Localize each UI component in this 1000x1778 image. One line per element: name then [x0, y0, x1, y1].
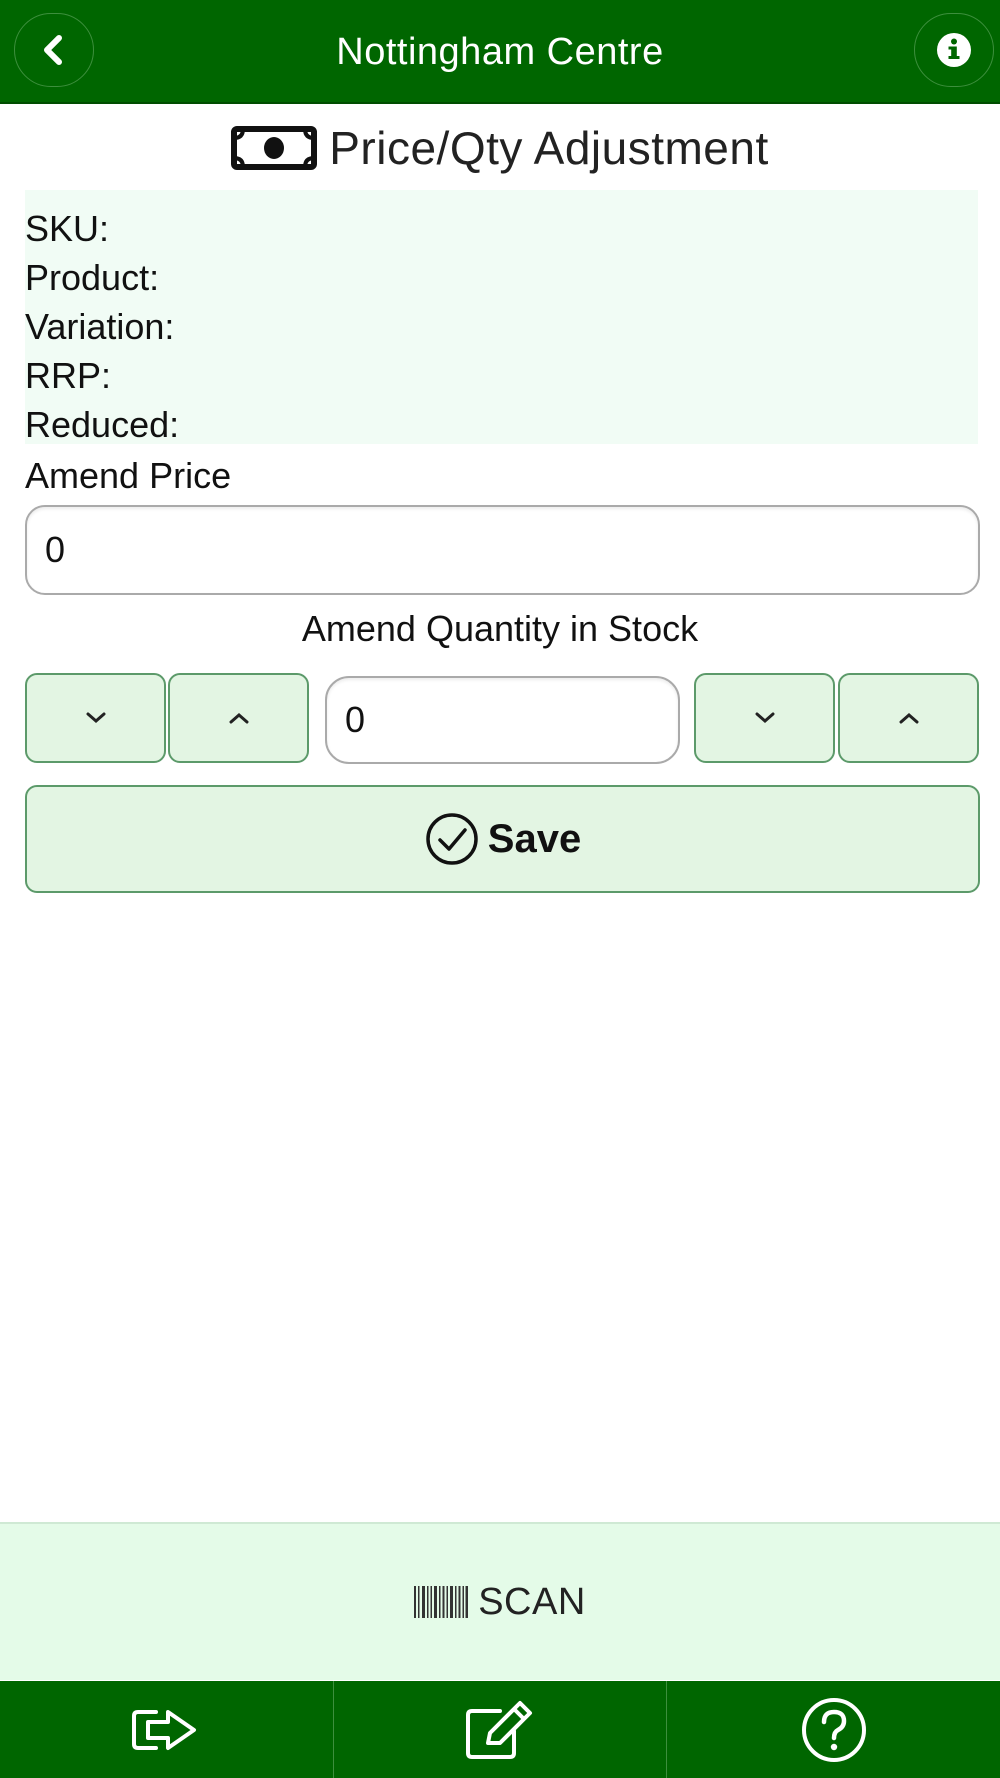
quantity-decrease-button-2[interactable] [694, 673, 835, 763]
chevron-down-icon [86, 712, 105, 723]
edit-icon [466, 1700, 532, 1759]
info-rrp-label: RRP: [25, 355, 112, 396]
help-icon [801, 1697, 866, 1762]
info-variation-label: Variation: [25, 306, 175, 347]
logout-icon [132, 1709, 197, 1750]
help-button[interactable] [667, 1681, 1000, 1778]
money-icon [231, 126, 318, 170]
info-icon [937, 33, 971, 67]
info-sku-label: SKU: [25, 208, 110, 249]
chevron-down-icon [755, 712, 774, 723]
chevron-up-icon [229, 713, 248, 724]
header-title: Nottingham Centre [336, 31, 664, 73]
info-product-label: Product: [25, 257, 160, 298]
chevron-up-icon [899, 713, 918, 724]
page-title: Price/Qty Adjustment [0, 118, 1000, 178]
edit-button[interactable] [334, 1681, 668, 1778]
scan-button[interactable]: SCAN [0, 1522, 1000, 1680]
barcode-icon [414, 1586, 469, 1618]
logout-button[interactable] [0, 1681, 334, 1778]
info-reduced-label: Reduced: [25, 404, 180, 445]
back-button[interactable] [14, 13, 94, 87]
app-header: Nottingham Centre [0, 0, 1000, 104]
check-circle-icon [426, 813, 478, 865]
amend-price-input[interactable] [25, 505, 980, 595]
quantity-input[interactable] [325, 676, 680, 764]
page-title-label: Price/Qty Adjustment [329, 122, 769, 174]
info-button[interactable] [914, 13, 994, 87]
quantity-increase-button-1[interactable] [168, 673, 309, 763]
amend-quantity-label: Amend Quantity in Stock [301, 608, 699, 649]
scan-label: SCAN [478, 1580, 586, 1623]
quantity-increase-button-2[interactable] [838, 673, 979, 763]
bottom-nav [0, 1681, 1000, 1778]
product-info-panel: SKU: Product: Variation: RRP: Reduced: [25, 190, 978, 445]
amend-price-label: Amend Price [25, 455, 232, 496]
save-button-label: Save [487, 816, 582, 861]
save-button[interactable]: Save [25, 785, 980, 893]
quantity-decrease-button-1[interactable] [25, 673, 166, 763]
chevron-left-icon [44, 35, 62, 65]
